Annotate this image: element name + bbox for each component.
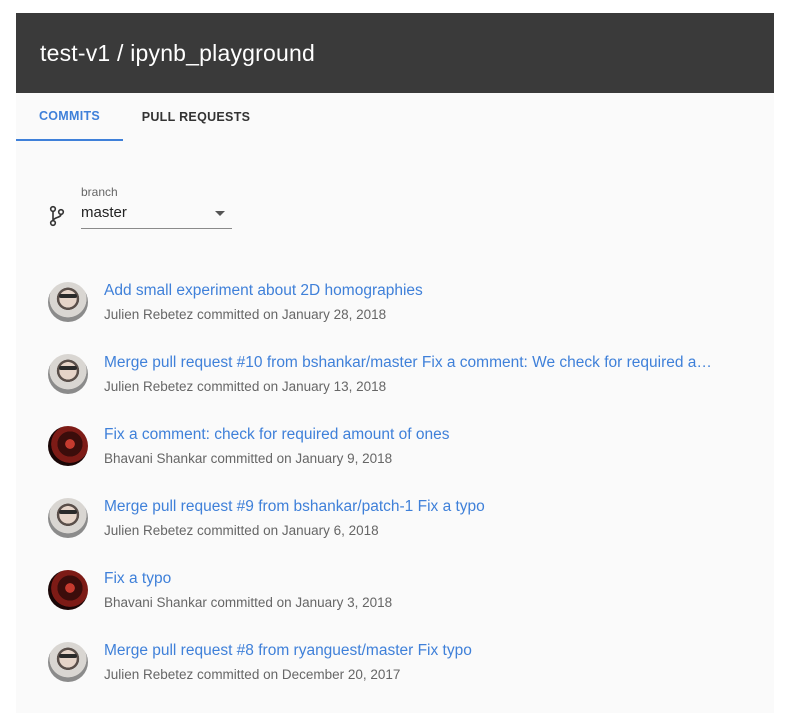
commit-title-link[interactable]: Merge pull request #9 from bshankar/patc… (104, 498, 746, 516)
commit-title-link[interactable]: Merge pull request #8 from ryanguest/mas… (104, 642, 746, 660)
commit-item: Merge pull request #8 from ryanguest/mas… (48, 642, 748, 692)
avatar-glasses (59, 510, 77, 514)
commit-meta: Julien Rebetez committed on January 6, 2… (104, 523, 379, 538)
commit-title-link[interactable]: Fix a typo (104, 570, 746, 588)
commit-meta: Julien Rebetez committed on January 28, … (104, 307, 387, 322)
commit-title-link[interactable]: Fix a comment: check for required amount… (104, 426, 746, 444)
avatar (48, 570, 88, 610)
chevron-down-icon (215, 211, 225, 216)
avatar-glasses (59, 366, 77, 370)
branch-dropdown[interactable]: master (81, 202, 232, 229)
git-branch-icon (49, 205, 65, 227)
repo-title: test-v1 / ipynb_playground (40, 39, 315, 66)
commit-item: Fix a comment: check for required amount… (48, 426, 748, 476)
commit-title-link[interactable]: Merge pull request #10 from bshankar/mas… (104, 354, 746, 372)
commit-item: Merge pull request #10 from bshankar/mas… (48, 354, 748, 404)
avatar (48, 282, 88, 322)
branch-value: master (81, 204, 127, 221)
tab-pull-requests[interactable]: PULL REQUESTS (123, 93, 269, 141)
commit-item: Fix a typo Bhavani Shankar committed on … (48, 570, 748, 620)
tab-commits[interactable]: COMMITS (16, 93, 123, 141)
avatar-glasses (59, 654, 77, 658)
commit-item: Add small experiment about 2D homographi… (48, 282, 748, 332)
tab-bar: COMMITS PULL REQUESTS (16, 93, 774, 141)
repo-header: test-v1 / ipynb_playground (16, 13, 774, 93)
commit-meta: Julien Rebetez committed on December 20,… (104, 667, 401, 682)
branch-label: branch (81, 185, 118, 199)
commit-meta: Bhavani Shankar committed on January 9, … (104, 451, 393, 466)
avatar (48, 426, 88, 466)
repo-card: test-v1 / ipynb_playground COMMITS PULL … (16, 13, 774, 713)
commit-title-link[interactable]: Add small experiment about 2D homographi… (104, 282, 746, 300)
commit-item: Merge pull request #9 from bshankar/patc… (48, 498, 748, 548)
commit-meta: Julien Rebetez committed on January 13, … (104, 379, 387, 394)
avatar (48, 498, 88, 538)
avatar-glasses (59, 294, 77, 298)
avatar (48, 642, 88, 682)
commit-meta: Bhavani Shankar committed on January 3, … (104, 595, 393, 610)
avatar (48, 354, 88, 394)
